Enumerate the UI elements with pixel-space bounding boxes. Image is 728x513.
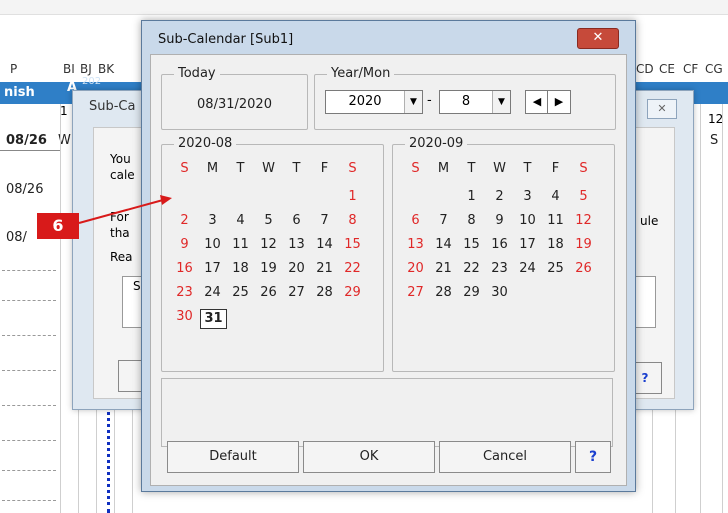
callout-arrow-icon bbox=[78, 195, 172, 224]
